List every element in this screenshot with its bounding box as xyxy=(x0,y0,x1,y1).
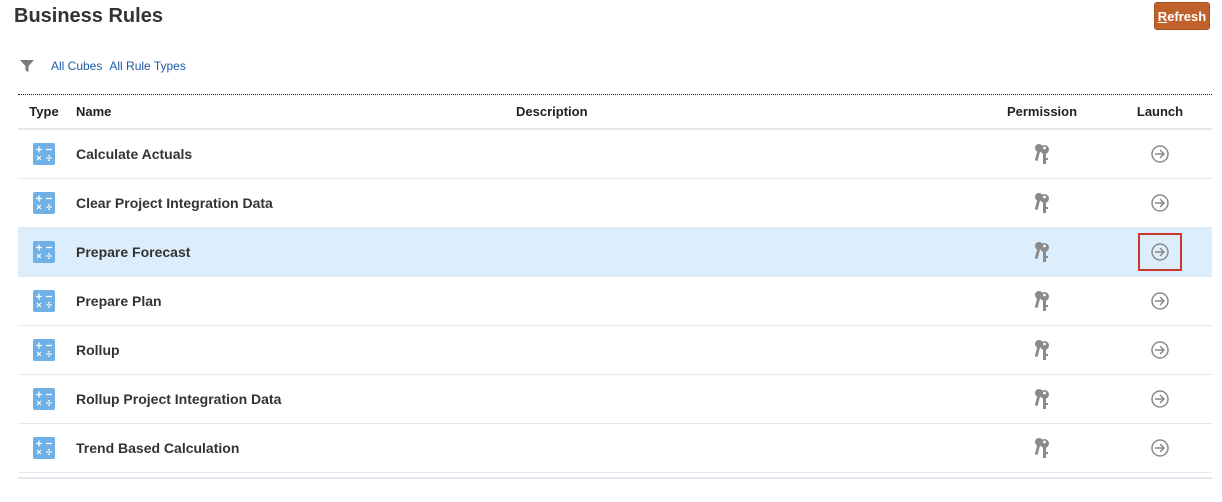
filter-all-rule-types[interactable]: All Rule Types xyxy=(109,59,185,73)
launch-cell xyxy=(1108,227,1212,277)
table-row[interactable]: Prepare Forecast xyxy=(18,227,1212,277)
calculation-icon xyxy=(33,290,55,312)
type-cell xyxy=(18,129,70,179)
table-row[interactable]: Trend Based Calculation xyxy=(18,423,1212,473)
rules-table-container: Type Name Description Permission Launch xyxy=(18,94,1212,479)
launch-button[interactable] xyxy=(1138,429,1182,467)
rule-description xyxy=(516,374,976,424)
calculation-icon xyxy=(33,192,55,214)
rule-description xyxy=(516,423,976,473)
arrow-circle-right-icon xyxy=(1151,243,1169,261)
rule-description xyxy=(516,129,976,179)
rule-name[interactable]: Rollup Project Integration Data xyxy=(70,374,516,424)
rule-description xyxy=(516,276,976,326)
column-header-description[interactable]: Description xyxy=(516,95,976,130)
rule-description xyxy=(516,227,976,277)
filter-icon[interactable] xyxy=(19,59,35,73)
permission-cell xyxy=(976,178,1108,228)
launch-button[interactable] xyxy=(1138,184,1182,222)
column-header-permission[interactable]: Permission xyxy=(976,95,1108,130)
column-header-type[interactable]: Type xyxy=(18,95,70,130)
keys-icon[interactable] xyxy=(1033,241,1051,263)
column-header-name[interactable]: Name xyxy=(70,95,516,130)
calculation-icon xyxy=(33,339,55,361)
arrow-circle-right-icon xyxy=(1151,292,1169,310)
rule-name[interactable]: Trend Based Calculation xyxy=(70,423,516,473)
type-cell xyxy=(18,423,70,473)
permission-cell xyxy=(976,374,1108,424)
table-row[interactable]: Clear Project Integration Data xyxy=(18,178,1212,228)
filter-bar: All Cubes All Rule Types xyxy=(19,59,193,73)
arrow-circle-right-icon xyxy=(1151,341,1169,359)
table-row[interactable]: Rollup Project Integration Data xyxy=(18,374,1212,424)
launch-cell xyxy=(1108,129,1212,179)
rule-name[interactable]: Calculate Actuals xyxy=(70,129,516,179)
calculation-icon xyxy=(33,241,55,263)
type-cell xyxy=(18,227,70,277)
keys-icon[interactable] xyxy=(1033,388,1051,410)
refresh-label: efresh xyxy=(1167,8,1207,24)
rule-description xyxy=(516,178,976,228)
keys-icon[interactable] xyxy=(1033,143,1051,165)
calculation-icon xyxy=(33,437,55,459)
type-cell xyxy=(18,325,70,375)
arrow-circle-right-icon xyxy=(1151,194,1169,212)
table-bottom-divider xyxy=(18,477,1212,479)
rule-name[interactable]: Prepare Forecast xyxy=(70,227,516,277)
table-header-row: Type Name Description Permission Launch xyxy=(18,95,1212,130)
arrow-circle-right-icon xyxy=(1151,390,1169,408)
type-cell xyxy=(18,374,70,424)
rule-name[interactable]: Rollup xyxy=(70,325,516,375)
table-row[interactable]: Rollup xyxy=(18,325,1212,375)
launch-button[interactable] xyxy=(1138,331,1182,369)
refresh-mnemonic: R xyxy=(1157,8,1168,24)
permission-cell xyxy=(976,325,1108,375)
table-row[interactable]: Calculate Actuals xyxy=(18,129,1212,179)
launch-cell xyxy=(1108,374,1212,424)
rule-name[interactable]: Clear Project Integration Data xyxy=(70,178,516,228)
permission-cell xyxy=(976,423,1108,473)
page-title: Business Rules xyxy=(14,5,163,27)
calculation-icon xyxy=(33,388,55,410)
rules-table: Type Name Description Permission Launch xyxy=(18,95,1212,473)
keys-icon[interactable] xyxy=(1033,192,1051,214)
rule-name[interactable]: Prepare Plan xyxy=(70,276,516,326)
launch-cell xyxy=(1108,325,1212,375)
keys-icon[interactable] xyxy=(1033,339,1051,361)
keys-icon[interactable] xyxy=(1033,437,1051,459)
calculation-icon xyxy=(33,143,55,165)
launch-button[interactable] xyxy=(1138,282,1182,320)
keys-icon[interactable] xyxy=(1033,290,1051,312)
permission-cell xyxy=(976,129,1108,179)
filter-all-cubes[interactable]: All Cubes xyxy=(51,59,102,73)
arrow-circle-right-icon xyxy=(1151,145,1169,163)
refresh-button[interactable]: Refresh xyxy=(1154,2,1210,30)
type-cell xyxy=(18,276,70,326)
table-row[interactable]: Prepare Plan xyxy=(18,276,1212,326)
launch-button[interactable] xyxy=(1138,380,1182,418)
type-cell xyxy=(18,178,70,228)
launch-button[interactable] xyxy=(1138,233,1182,271)
rule-description xyxy=(516,325,976,375)
launch-cell xyxy=(1108,276,1212,326)
permission-cell xyxy=(976,227,1108,277)
arrow-circle-right-icon xyxy=(1151,439,1169,457)
launch-cell xyxy=(1108,423,1212,473)
column-header-launch[interactable]: Launch xyxy=(1108,95,1212,130)
launch-cell xyxy=(1108,178,1212,228)
permission-cell xyxy=(976,276,1108,326)
launch-button[interactable] xyxy=(1138,135,1182,173)
